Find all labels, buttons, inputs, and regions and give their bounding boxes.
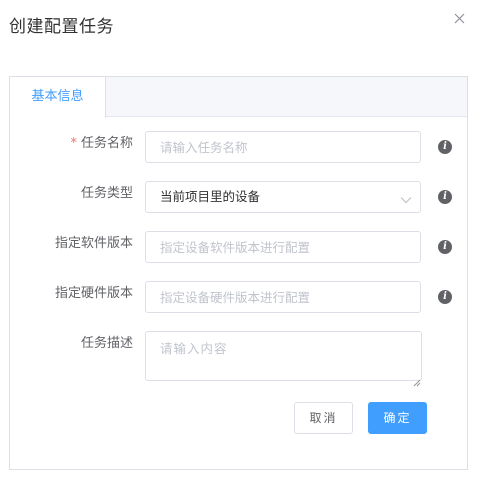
- hardware-version-row: 指定硬件版本 i: [10, 281, 467, 313]
- chevron-down-icon: [400, 192, 412, 204]
- close-icon[interactable]: [451, 10, 469, 28]
- hardware-version-input[interactable]: [145, 281, 421, 313]
- info-icon[interactable]: i: [438, 290, 452, 304]
- dialog-title: 创建配置任务: [9, 17, 114, 37]
- software-version-label: 指定软件版本: [54, 236, 133, 251]
- required-mark: *: [70, 136, 77, 151]
- tab-basic-info[interactable]: 基本信息: [10, 77, 106, 118]
- cancel-button[interactable]: 取消: [294, 402, 353, 434]
- software-version-row: 指定软件版本 i: [10, 231, 467, 263]
- task-type-select[interactable]: 当前项目里的设备: [145, 181, 421, 213]
- create-config-task-dialog: 创建配置任务 基本信息 *任务名称 i 任务类型 当前项目里的设备 i 指定: [0, 0, 478, 484]
- task-name-input[interactable]: [145, 131, 421, 163]
- software-version-input[interactable]: [145, 231, 421, 263]
- task-type-value: 当前项目里的设备: [160, 189, 261, 204]
- task-type-label: 任务类型: [80, 186, 133, 201]
- confirm-button[interactable]: 确定: [368, 402, 427, 434]
- task-name-label-text: 任务名称: [80, 136, 133, 151]
- info-icon[interactable]: i: [438, 190, 452, 204]
- task-name-label: * 任务名称: [70, 131, 133, 157]
- info-icon[interactable]: i: [438, 240, 452, 254]
- task-type-row: 任务类型 当前项目里的设备 i: [10, 181, 467, 213]
- info-icon[interactable]: i: [438, 140, 452, 154]
- hardware-version-label: 指定硬件版本: [54, 286, 133, 301]
- task-name-row: *任务名称 i: [10, 131, 467, 163]
- tab-bar: 基本信息: [10, 77, 467, 118]
- task-desc-textarea[interactable]: [145, 331, 422, 381]
- tab-panel: 基本信息 *任务名称 i 任务类型 当前项目里的设备 i 指定软件版本 i: [9, 76, 468, 470]
- task-desc-row: 任务描述: [10, 331, 467, 387]
- task-desc-label: 任务描述: [80, 336, 133, 351]
